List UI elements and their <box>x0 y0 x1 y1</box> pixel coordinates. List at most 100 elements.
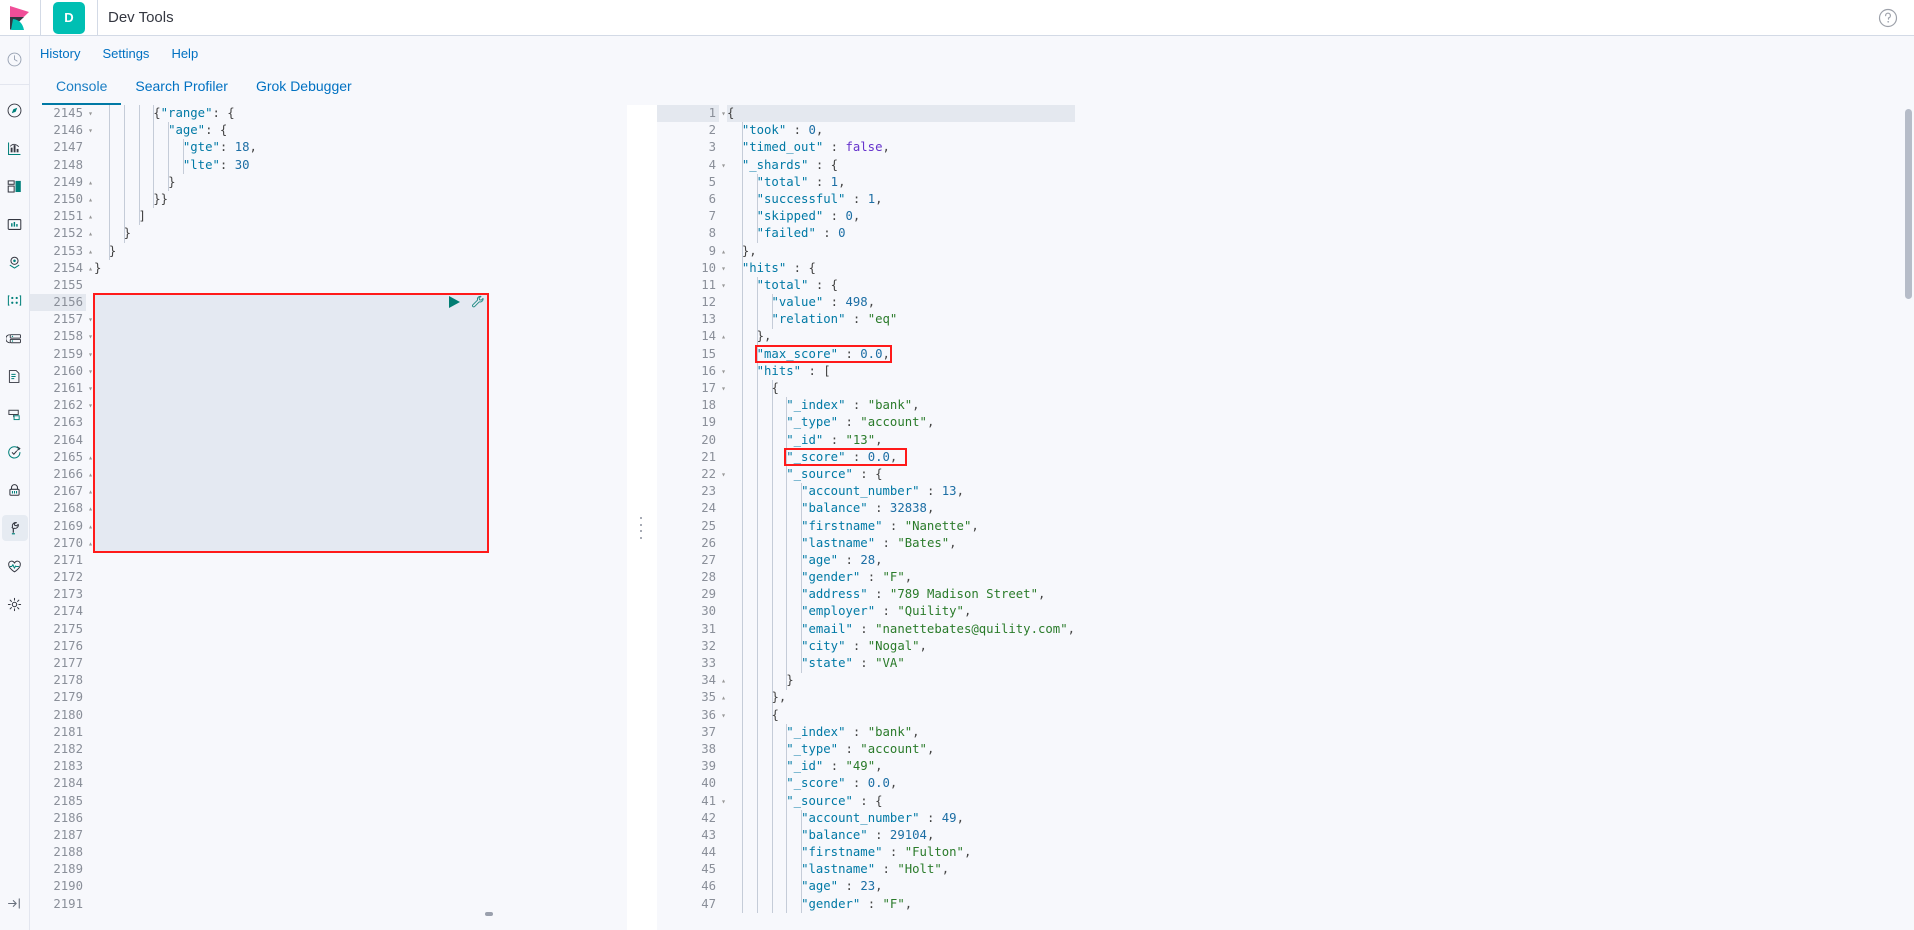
code-line[interactable]: }, <box>727 689 1075 706</box>
code-line[interactable] <box>94 655 257 672</box>
request-code[interactable]: {"range": { "age": { "gte": 18, "lte": 3… <box>94 105 257 913</box>
code-line[interactable]: "_index" : "bank", <box>727 724 1075 741</box>
help-circle-icon[interactable] <box>1878 8 1898 28</box>
code-line[interactable]: "relation" : "eq" <box>727 311 1075 328</box>
code-line[interactable] <box>94 277 257 294</box>
code-line[interactable]: "lte": 30 <box>94 157 257 174</box>
code-line[interactable] <box>94 810 257 827</box>
kibana-logo[interactable] <box>0 0 40 36</box>
code-line[interactable]: "age" : 23, <box>727 878 1075 895</box>
sidebar-item-logs[interactable] <box>2 363 28 389</box>
code-line[interactable]: "gender" : "F", <box>727 896 1075 913</box>
nav-history[interactable]: History <box>40 46 80 61</box>
code-line[interactable]: "_score" : 0.0, <box>727 449 1075 466</box>
code-line[interactable]: "_type" : "account", <box>727 741 1075 758</box>
code-line[interactable] <box>94 603 257 620</box>
tab-console[interactable]: Console <box>42 78 121 105</box>
code-line[interactable]: } <box>94 174 257 191</box>
code-line[interactable]: } <box>94 518 257 535</box>
code-line[interactable] <box>94 569 257 586</box>
code-line[interactable]: "age" : 28, <box>727 552 1075 569</box>
code-line[interactable]: "hits" : [ <box>727 363 1075 380</box>
sidebar-item-infrastructure[interactable] <box>2 325 28 351</box>
code-line[interactable]: }} <box>94 191 257 208</box>
code-line[interactable]: "_type" : "account", <box>727 414 1075 431</box>
code-line[interactable] <box>94 827 257 844</box>
code-line[interactable]: "balance" : 32838, <box>727 500 1075 517</box>
code-line[interactable]: "_id" : "49", <box>727 758 1075 775</box>
code-line[interactable]: "age": { <box>94 122 257 139</box>
sidebar-item-uptime[interactable] <box>2 439 28 465</box>
pane-resize-handle[interactable] <box>627 105 657 930</box>
code-line[interactable]: { <box>94 311 257 328</box>
tab-search-profiler[interactable]: Search Profiler <box>121 78 242 105</box>
request-horizontal-scrollbar[interactable] <box>485 912 493 916</box>
sidebar-item-maps[interactable] <box>2 249 28 275</box>
code-line[interactable]: } <box>94 243 257 260</box>
wrench-icon[interactable] <box>471 295 485 309</box>
code-line[interactable] <box>94 672 257 689</box>
code-line[interactable]: }, <box>727 243 1075 260</box>
sidebar-item-dashboard[interactable] <box>2 173 28 199</box>
code-line[interactable]: "took" : 0, <box>727 122 1075 139</box>
sidebar-item-dev-tools[interactable] <box>2 515 28 541</box>
code-line[interactable]: "age": { <box>94 397 257 414</box>
code-line[interactable]: "employer" : "Quility", <box>727 603 1075 620</box>
sidebar-item-monitoring[interactable] <box>2 553 28 579</box>
sidebar-item-siem[interactable] <box>2 477 28 503</box>
code-line[interactable]: "bool": { <box>94 346 257 363</box>
code-line[interactable] <box>94 638 257 655</box>
code-line[interactable]: "hits" : { <box>727 260 1075 277</box>
code-line[interactable]: "address" : "789 Madison Street", <box>727 586 1075 603</box>
code-line[interactable]: "timed_out" : false, <box>727 139 1075 156</box>
code-line[interactable]: "email" : "nanettebates@quility.com", <box>727 621 1075 638</box>
code-line[interactable]: "successful" : 1, <box>727 191 1075 208</box>
code-line[interactable]: "lastname" : "Bates", <box>727 535 1075 552</box>
app-badge[interactable]: D <box>53 2 85 34</box>
code-line[interactable]: "firstname" : "Fulton", <box>727 844 1075 861</box>
code-line[interactable]: GET /bank/_search <box>94 294 257 311</box>
sidebar-item-machine-learning[interactable] <box>2 287 28 313</box>
code-line[interactable] <box>94 741 257 758</box>
code-line[interactable]: "lte": 30 <box>94 432 257 449</box>
sidebar-item-visualize[interactable] <box>2 135 28 161</box>
nav-help[interactable]: Help <box>171 46 198 61</box>
play-icon[interactable] <box>448 295 461 309</box>
code-line[interactable] <box>94 844 257 861</box>
code-line[interactable]: } <box>94 466 257 483</box>
nav-settings[interactable]: Settings <box>102 46 149 61</box>
code-line[interactable]: } <box>94 449 257 466</box>
code-line[interactable]: { <box>727 105 1075 122</box>
code-line[interactable]: "state" : "VA" <box>727 655 1075 672</box>
code-line[interactable]: } <box>727 672 1075 689</box>
code-line[interactable] <box>94 896 257 913</box>
sidebar-item-canvas[interactable] <box>2 211 28 237</box>
code-line[interactable]: "city" : "Nogal", <box>727 638 1075 655</box>
response-pane[interactable]: 1▾234▾56789▴10▾11▾121314▴1516▾17▾1819202… <box>657 105 1914 930</box>
code-line[interactable] <box>94 552 257 569</box>
code-line[interactable] <box>94 621 257 638</box>
code-line[interactable] <box>94 861 257 878</box>
code-line[interactable]: "gte": 18, <box>94 414 257 431</box>
code-line[interactable] <box>94 707 257 724</box>
code-line[interactable]: "account_number" : 13, <box>727 483 1075 500</box>
code-line[interactable] <box>94 758 257 775</box>
code-line[interactable]: "account_number" : 49, <box>727 810 1075 827</box>
code-line[interactable]: "query": { <box>94 328 257 345</box>
code-line[interactable]: "max_score" : 0.0, <box>727 346 1075 363</box>
code-line[interactable]: ] <box>94 208 257 225</box>
sidebar-item-recently-viewed[interactable] <box>2 46 28 72</box>
code-line[interactable]: "skipped" : 0, <box>727 208 1075 225</box>
sidebar-item-apm[interactable] <box>2 401 28 427</box>
code-line[interactable]: } <box>94 500 257 517</box>
code-line[interactable]: }, <box>727 328 1075 345</box>
tab-grok-debugger[interactable]: Grok Debugger <box>242 78 366 105</box>
code-line[interactable]: "_shards" : { <box>727 157 1075 174</box>
code-line[interactable] <box>94 689 257 706</box>
code-line[interactable]: } <box>94 225 257 242</box>
sidebar-collapse-button[interactable] <box>2 890 28 916</box>
code-line[interactable]: "_source" : { <box>727 793 1075 810</box>
sidebar-item-management[interactable] <box>2 591 28 617</box>
code-line[interactable]: "balance" : 29104, <box>727 827 1075 844</box>
code-line[interactable]: "lastname" : "Holt", <box>727 861 1075 878</box>
